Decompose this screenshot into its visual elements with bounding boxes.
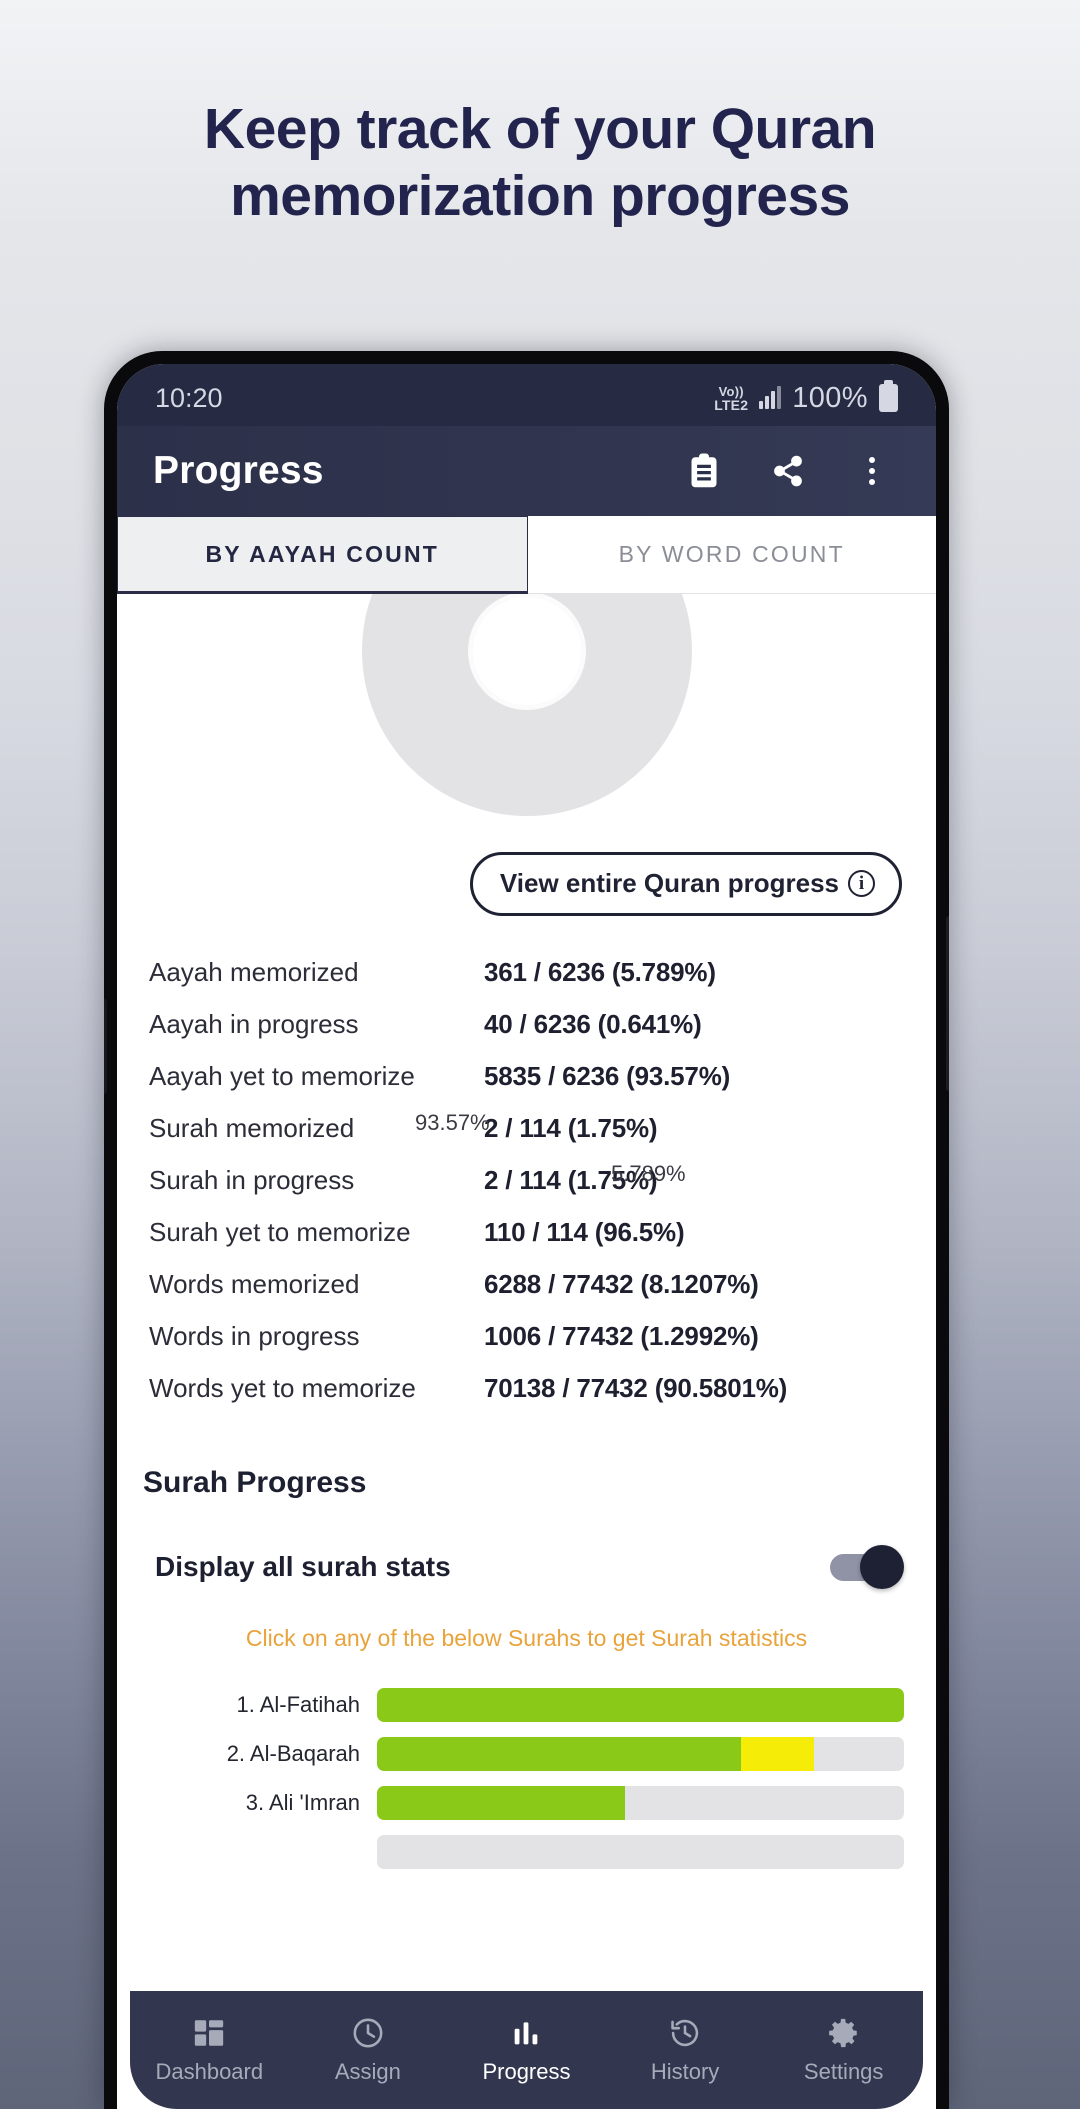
dashboard-icon [192,2016,226,2050]
stat-label: Surah in progress [149,1164,355,1195]
nav-item-history[interactable]: History [606,2016,765,2085]
surah-progress-heading: Surah Progress [143,1466,367,1499]
surah-progress-bar[interactable] [377,1687,904,1722]
view-entire-quran-progress-button[interactable]: View entire Quran progress i [469,852,902,916]
stat-label: Surah yet to memorize [149,1216,411,1247]
surah-click-hint: Click on any of the below Surahs to get … [245,1625,808,1651]
gear-icon [827,2016,861,2050]
stat-value: 6288 / 77432 (8.1207%) [484,1268,759,1299]
info-icon[interactable]: i [848,870,875,897]
donut-hole [472,597,581,705]
tab-bar: BY AAYAH COUNT BY WORD COUNT [117,516,936,594]
signal-bars-icon [759,386,782,409]
history-icon [668,2016,702,2050]
bar-segment-in-progress [740,1736,815,1771]
nav-item-label: Progress [482,2058,571,2084]
view-button-label: View entire Quran progress [499,868,839,898]
progress-donut-chart[interactable] [117,594,936,844]
battery-percent: 100% [792,381,868,414]
display-all-surah-stats-label: Display all surah stats [155,1551,451,1582]
nav-item-label: History [650,2058,720,2084]
surah-progress-bars: 1. Al-Fatihah 2. Al-Baqarah 3. Ali 'Imran [117,1680,936,1876]
clock-icon [351,2016,385,2050]
surah-progress-row[interactable]: 2. Al-Baqarah [117,1729,904,1778]
battery-icon [879,380,898,412]
tab-by-aayah-count[interactable]: BY AAYAH COUNT [117,516,528,594]
app-bar-title: Progress [153,449,324,492]
surah-progress-row[interactable]: 1. Al-Fatihah [117,1680,904,1729]
bar-segment-memorized [377,1785,625,1820]
stat-label: Aayah yet to memorize [149,1060,415,1091]
stat-row: Aayah yet to memorize 5835 / 6236 (93.57%… [149,1050,904,1102]
surah-name: 2. Al-Baqarah [226,1740,360,1766]
nav-item-dashboard[interactable]: Dashboard [130,2016,289,2085]
stat-row: Words in progress 1006 / 77432 (1.2992%) [149,1310,904,1362]
donut-ring [361,594,692,816]
phone-screen: 10:20 Vo)) LTE2 100% Progress BY AAYAH C… [117,364,936,2109]
stats-list: Aayah memorized 361 / 6236 (5.789%) Aayah … [117,946,936,1414]
status-time: 10:20 [155,382,223,413]
stat-value: 361 / 6236 (5.789%) [484,956,716,987]
nav-item-progress[interactable]: Progress [447,2016,606,2085]
nav-item-label: Settings [803,2058,884,2084]
surah-progress-bar[interactable] [377,1736,904,1771]
stat-label: Words memorized [149,1268,360,1299]
surah-progress-bar[interactable] [377,1785,904,1820]
phone-mockup: 10:20 Vo)) LTE2 100% Progress BY AAYAH C… [104,351,949,2109]
clipboard-icon[interactable] [684,451,724,491]
stat-value: 5835 / 6236 (93.57%) [484,1060,731,1091]
stat-value: 2 / 114 (1.75%) [484,1112,658,1143]
tab-by-word-count[interactable]: BY WORD COUNT [527,516,936,594]
stat-label: Words in progress [149,1320,360,1351]
nav-item-label: Assign [334,2058,401,2084]
stat-row: Surah memorized 2 / 114 (1.75%) [149,1102,904,1154]
stat-row: Aayah memorized 361 / 6236 (5.789%) [149,946,904,998]
display-all-surah-stats-toggle[interactable] [830,1545,904,1589]
nav-item-label: Dashboard [155,2058,264,2084]
page-title: Keep track of your Quran memorization pr… [203,97,877,228]
stat-row: Aayah in progress 40 / 6236 (0.641%) [149,998,904,1050]
stat-label: Aayah in progress [149,1008,359,1039]
status-bar: 10:20 Vo)) LTE2 100% [117,364,936,426]
stat-row: Words yet to memorize 70138 / 77432 (90.5… [149,1362,904,1414]
bar-segment-memorized [377,1736,741,1771]
stat-row: Surah yet to memorize 110 / 114 (96.5%) [149,1206,904,1258]
stat-label: Words yet to memorize [149,1372,416,1403]
surah-name: 1. Al-Fatihah [236,1691,360,1717]
surah-progress-row[interactable]: 3. Ali 'Imran [117,1778,904,1827]
app-bar: Progress [117,426,936,516]
content-scroll-area[interactable]: 93.57% 5.789% View entire Quran progress… [117,594,936,2109]
bar-segment-memorized [377,1687,904,1722]
stat-value: 70138 / 77432 (90.5801%) [484,1372,788,1403]
stat-row: Surah in progress 2 / 114 (1.75%) [149,1154,904,1206]
bar-chart-icon [509,2016,543,2050]
bottom-navigation-bar: Dashboard Assign Progress History Settings [130,1991,923,2109]
nav-item-settings[interactable]: Settings [764,2016,923,2085]
stat-value: 1006 / 77432 (1.2992%) [484,1320,759,1351]
surah-progress-bar[interactable] [377,1834,904,1869]
donut-label-memorized: 5.789% [611,1161,686,1186]
display-all-surah-stats-row[interactable]: Display all surah stats [117,1545,936,1589]
donut-label-remaining: 93.57% [415,1110,490,1135]
stat-value: 40 / 6236 (0.641%) [484,1008,702,1039]
surah-name: 3. Ali 'Imran [245,1789,360,1815]
stat-label: Aayah memorized [149,956,359,987]
share-icon[interactable] [768,451,808,491]
stat-row: Words memorized 6288 / 77432 (8.1207%) [149,1258,904,1310]
stat-value: 110 / 114 (96.5%) [484,1216,685,1247]
network-type-icon: Vo)) LTE2 [714,383,749,413]
toggle-knob [860,1545,904,1589]
surah-progress-row[interactable] [117,1827,904,1876]
overflow-menu-icon[interactable] [852,451,892,491]
nav-item-assign[interactable]: Assign [289,2016,448,2085]
